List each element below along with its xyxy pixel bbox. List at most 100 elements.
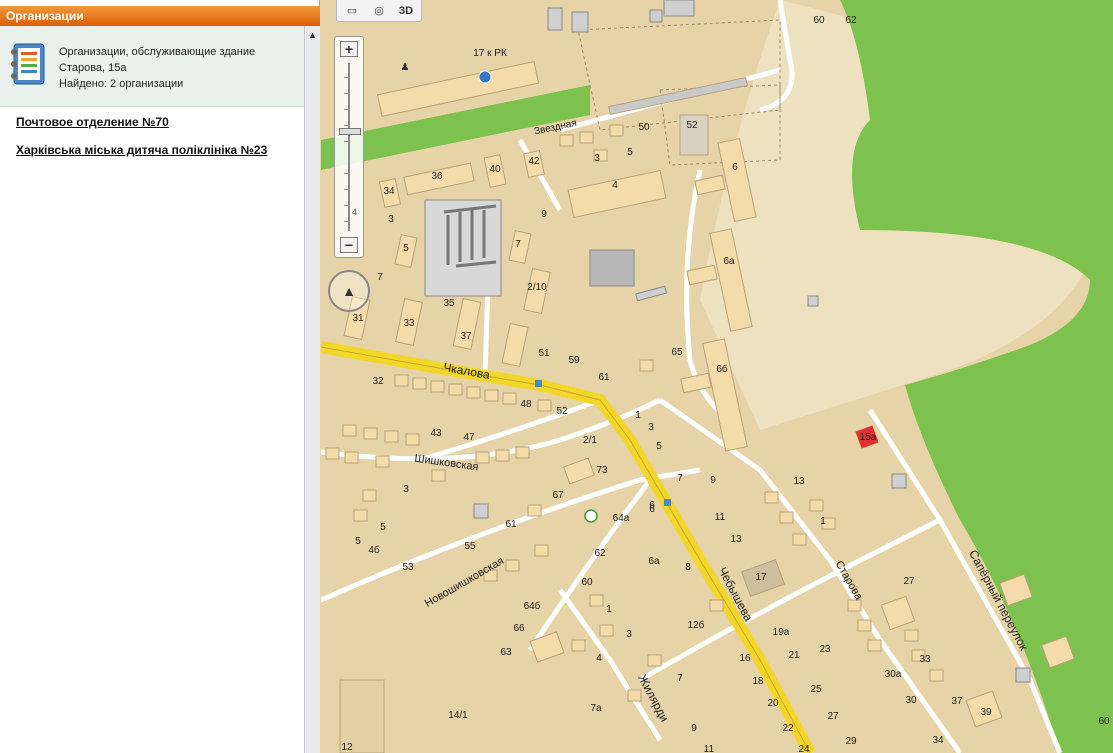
house-number: 60 <box>581 577 593 588</box>
zoom-in-button[interactable]: + <box>340 41 358 57</box>
house-number: 37 <box>460 331 472 342</box>
house-number: 6б <box>716 363 728 375</box>
house-number: 33 <box>403 318 415 329</box>
house-number: 18 <box>752 676 764 687</box>
organization-list: Почтовое отделение №70 Харківська міська… <box>0 106 304 753</box>
map-svg[interactable]: 60 62 50 52 3 5 42 36 40 34 3 4 6 9 7 5 … <box>321 0 1113 753</box>
info-line-count: Найдено: 2 организации <box>59 78 184 90</box>
house-number: 61 <box>598 372 610 383</box>
house-number: 1 <box>820 516 826 527</box>
house-number: 36 <box>431 171 443 182</box>
house-number: 6 <box>732 162 738 173</box>
house-number: 7 <box>677 473 683 484</box>
house-number: 17 <box>755 572 767 583</box>
house-number: 60 <box>1098 716 1110 727</box>
house-number: 3 <box>594 153 600 164</box>
house-number: 11 <box>704 744 715 753</box>
zoom-slider-thumb[interactable] <box>339 128 361 136</box>
house-number: 13 <box>730 534 742 545</box>
ruler-icon[interactable]: ▭ <box>339 1 365 21</box>
house-number: 4 <box>596 653 602 664</box>
org-link-polyclinic[interactable]: Харківська міська дитяча поліклініка №23 <box>16 143 267 157</box>
3d-toggle-button[interactable]: 3D <box>393 1 419 21</box>
organizations-panel: Организации Организации, обслуживающие з… <box>0 0 320 753</box>
house-number: 43 <box>430 428 442 439</box>
house-number: 6а <box>648 556 660 567</box>
house-number: 64а <box>613 513 630 524</box>
house-number: 27 <box>827 711 839 722</box>
house-number: 7 <box>515 239 521 250</box>
university-icon <box>478 70 492 84</box>
org-link-post-office[interactable]: Почтовое отделение №70 <box>16 115 169 129</box>
house-number: 21 <box>788 650 800 661</box>
zoom-out-button[interactable]: − <box>340 237 358 253</box>
house-number: 30 <box>905 695 917 706</box>
house-number: 50 <box>638 122 650 133</box>
house-number: 61 <box>505 519 517 530</box>
poi-label: 17 к РК <box>473 48 507 59</box>
house-number: 5 <box>355 536 361 547</box>
house-number: 8 <box>685 562 691 573</box>
house-number: 31 <box>352 313 364 324</box>
house-number: 3 <box>388 214 394 225</box>
house-number: 22 <box>782 723 794 734</box>
house-number: 5 <box>403 243 409 254</box>
house-number: 30а <box>885 669 902 680</box>
house-number: 3 <box>626 629 632 640</box>
house-number: 6а <box>723 256 735 267</box>
house-number: 6 <box>649 500 655 511</box>
house-number: 3 <box>403 484 409 495</box>
compass-icon[interactable]: ▲ <box>328 270 370 312</box>
house-number: 14/1 <box>448 710 468 721</box>
info-line-caption: Организации, обслуживающие здание <box>59 46 256 58</box>
house-number: 42 <box>528 156 540 167</box>
house-number: 20 <box>767 698 779 709</box>
selected-building-label: 15а <box>860 432 877 443</box>
house-number: 5 <box>627 147 633 158</box>
house-number: 48 <box>520 399 532 410</box>
house-number: 55 <box>464 541 476 552</box>
traffic-icon[interactable]: ◎ <box>366 1 392 21</box>
house-number: 11 <box>715 512 726 523</box>
house-number: 53 <box>402 562 414 573</box>
house-number: 34 <box>932 735 944 746</box>
house-number: 27 <box>903 576 915 587</box>
house-number: 7 <box>377 272 383 283</box>
map-canvas[interactable]: 60 62 50 52 3 5 42 36 40 34 3 4 6 9 7 5 … <box>321 0 1113 753</box>
info-block: Организации, обслуживающие здание Старов… <box>0 26 304 107</box>
food-icon <box>584 509 598 523</box>
house-number: 47 <box>463 432 475 443</box>
zoom-scale-label: 4 <box>352 207 358 217</box>
house-number: 9 <box>710 475 716 486</box>
house-number: 2/10 <box>527 282 547 293</box>
house-number: 64б <box>524 600 541 612</box>
info-text: Организации, обслуживающие здание Старов… <box>59 44 255 92</box>
house-number: 66 <box>513 623 525 634</box>
house-number: 32 <box>372 376 384 387</box>
house-number: 52 <box>556 406 568 417</box>
house-number: 60 <box>813 15 825 26</box>
house-number: 9 <box>691 723 697 734</box>
house-number: 4б <box>368 544 380 556</box>
bus-stop-icon <box>535 380 542 387</box>
house-number: 59 <box>568 355 580 366</box>
house-number: 3 <box>648 422 654 433</box>
house-number: 65 <box>671 347 683 358</box>
house-number: 7 <box>677 673 683 684</box>
monument-icon: ♟ <box>401 62 410 73</box>
house-number: 73 <box>596 465 608 476</box>
house-number: 51 <box>538 348 550 359</box>
house-number: 9 <box>541 209 547 220</box>
bus-stop-icon <box>664 499 671 506</box>
house-number: 23 <box>819 644 831 655</box>
house-number: 40 <box>489 164 501 175</box>
house-number: 33 <box>919 654 931 665</box>
house-number: 12б <box>688 619 705 631</box>
house-number: 67 <box>552 490 564 501</box>
scrollbar[interactable]: ▲ <box>304 26 320 753</box>
scroll-up-arrow-icon[interactable]: ▲ <box>305 28 320 42</box>
house-number: 12 <box>341 742 353 753</box>
house-number: 25 <box>810 684 822 695</box>
house-number: 19а <box>773 627 790 638</box>
house-number: 5 <box>656 441 662 452</box>
